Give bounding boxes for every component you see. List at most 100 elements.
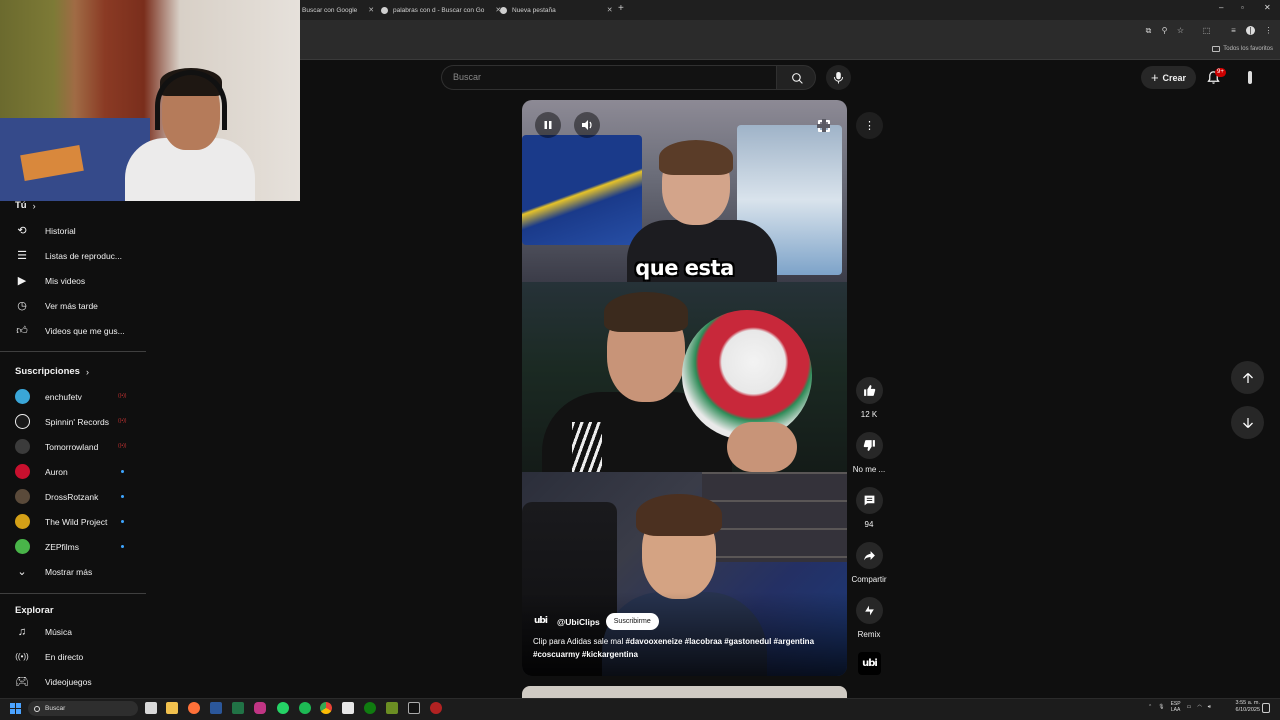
minimize-icon[interactable]: – [1219, 3, 1223, 12]
wifi-icon[interactable]: ◠ [1197, 704, 1201, 710]
channel-logo[interactable]: ubi [534, 616, 551, 627]
maximize-icon[interactable]: ▫ [1241, 3, 1244, 12]
browser-tab[interactable]: palabras con d - Buscar con Go ✕ [381, 2, 501, 18]
sidebar-item-history[interactable]: ⟲ Historial [0, 218, 146, 243]
profile-avatar[interactable]: | [1246, 26, 1255, 35]
close-window-icon[interactable]: ✕ [1264, 3, 1271, 12]
close-tab-icon[interactable]: ✕ [607, 6, 613, 14]
app-icon[interactable] [430, 702, 442, 714]
you-section-title[interactable]: Tú › [15, 200, 36, 211]
install-icon[interactable]: ⧉ [1144, 26, 1153, 35]
shelves [702, 472, 847, 562]
whatsapp-icon[interactable] [277, 702, 289, 714]
more-options-icon[interactable]: ⋮ [856, 112, 883, 139]
channel-handle[interactable]: @UbiClips [557, 617, 600, 627]
fullscreen-icon[interactable] [817, 119, 830, 132]
remix-button[interactable] [856, 597, 883, 624]
task-view-icon[interactable] [145, 702, 157, 714]
sidebar-item-subscription[interactable]: Tomorrowland ((•)) [0, 434, 146, 459]
comments-button[interactable] [856, 487, 883, 514]
google-icon [381, 6, 388, 14]
sidebar-item-liked-videos[interactable]: 👍︎ Videos que me gus... [0, 318, 146, 343]
streamer-hair [659, 140, 733, 175]
video-description[interactable]: Clip para Adidas sale mal #davooxeneize … [533, 636, 833, 661]
next-short-button[interactable] [1231, 406, 1264, 439]
sidebar-item-gaming[interactable]: 🎮︎ Videojuegos [0, 669, 146, 694]
sidebar-item-label: Tomorrowland [45, 441, 99, 452]
system-tray: ⌃ 🎙︎ ESP LAA ▭ ◠ 🔊︎ [1148, 701, 1211, 713]
browser-tab[interactable]: Nueva pestaña ✕ [500, 2, 613, 18]
sidebar-item-playlists[interactable]: ☰ Listas de reproduc... [0, 243, 146, 268]
video-caption: que esta [635, 256, 734, 280]
create-button[interactable]: + Crear [1141, 66, 1196, 89]
game-icon[interactable] [386, 702, 398, 714]
sidebar-item-subscription[interactable]: The Wild Project [0, 509, 146, 534]
notifications-icon[interactable] [1262, 703, 1270, 713]
network-icon[interactable]: ▭ [1187, 704, 1192, 710]
share-button[interactable] [856, 542, 883, 569]
sidebar-item-subscription[interactable]: Auron [0, 459, 146, 484]
sidebar-item-subscription[interactable]: DrossRotzank [0, 484, 146, 509]
volume-button[interactable] [574, 112, 600, 138]
show-more-button[interactable]: ⌄ Mostrar más [0, 559, 146, 584]
file-explorer-icon[interactable] [166, 702, 178, 714]
chrome-icon[interactable] [320, 702, 332, 714]
search-placeholder: Buscar [453, 72, 482, 82]
subscribe-button[interactable]: Suscribirme [605, 613, 659, 630]
account-avatar[interactable] [1248, 71, 1252, 84]
folder-icon [1212, 46, 1221, 52]
zoom-icon[interactable]: ⚲ [1160, 26, 1169, 35]
search-button[interactable] [776, 65, 816, 90]
media-icon[interactable]: ≡ [1229, 26, 1238, 35]
sidebar-item-subscription[interactable]: ZEPfilms [0, 534, 146, 559]
sidebar-item-label: Música [45, 626, 72, 637]
address-bar[interactable] [300, 23, 1130, 40]
word-icon[interactable] [210, 702, 222, 714]
short-video-player[interactable]: que esta [522, 100, 847, 676]
obs-icon[interactable] [408, 702, 420, 714]
store-icon[interactable] [342, 702, 354, 714]
clock[interactable]: 3:55 a. m. 6/10/2025 [1228, 700, 1260, 714]
extensions-icon[interactable]: ⬚ [1202, 26, 1211, 35]
subscriptions-section-title[interactable]: Suscripciones › [15, 366, 89, 377]
sidebar-item-subscription[interactable]: enchufetv ((•)) [0, 384, 146, 409]
instagram-icon[interactable] [254, 702, 266, 714]
dislike-button[interactable] [856, 432, 883, 459]
browser-tab[interactable]: Buscar con Google ✕ [302, 2, 374, 18]
search-input[interactable]: Buscar [441, 65, 776, 90]
sidebar-item-live[interactable]: ((•)) En directo [0, 644, 146, 669]
sidebar-item-watch-later[interactable]: ◷ Ver más tarde [0, 293, 146, 318]
browser-menu-icon[interactable]: ⋮ [1264, 26, 1273, 35]
description-text: Clip para Adidas sale mal [533, 637, 626, 646]
microphone-icon[interactable]: 🎙︎ [1158, 704, 1164, 710]
sidebar-item-my-videos[interactable]: ▶ Mis videos [0, 268, 146, 293]
channel-thumbnail[interactable]: ubi [858, 652, 881, 675]
sidebar-item-music[interactable]: ♫ Música [0, 619, 146, 644]
sidebar-item-label: Videojuegos [45, 676, 92, 687]
new-tab-icon[interactable]: + [618, 3, 624, 14]
like-button[interactable] [856, 377, 883, 404]
pause-button[interactable] [535, 112, 561, 138]
clock-date: 6/10/2025 [1235, 707, 1260, 713]
you-title: Tú [15, 200, 27, 211]
search-icon [792, 73, 803, 84]
jacket-stripes [572, 422, 602, 472]
voice-search-button[interactable] [826, 65, 851, 90]
close-tab-icon[interactable]: ✕ [368, 6, 374, 14]
excel-icon[interactable] [232, 702, 244, 714]
firefox-icon[interactable] [188, 702, 200, 714]
sidebar-item-subscription[interactable]: Spinnin' Records ((•)) [0, 409, 146, 434]
all-bookmarks[interactable]: Todos los favoritos [1212, 46, 1273, 52]
xbox-icon[interactable] [364, 702, 376, 714]
soccer-ball [682, 310, 812, 440]
next-short-preview[interactable] [522, 686, 847, 698]
speaker-icon[interactable]: 🔊︎ [1208, 704, 1211, 710]
language-indicator[interactable]: ESP LAA [1171, 701, 1181, 713]
taskbar-search[interactable]: Buscar [28, 701, 138, 716]
spotify-icon[interactable] [299, 702, 311, 714]
bookmark-star-icon[interactable]: ☆ [1176, 26, 1185, 35]
thumbs-up-icon [864, 385, 876, 396]
windows-start-icon[interactable] [10, 703, 21, 714]
chevron-up-icon[interactable]: ⌃ [1148, 704, 1152, 710]
previous-short-button[interactable] [1231, 361, 1264, 394]
